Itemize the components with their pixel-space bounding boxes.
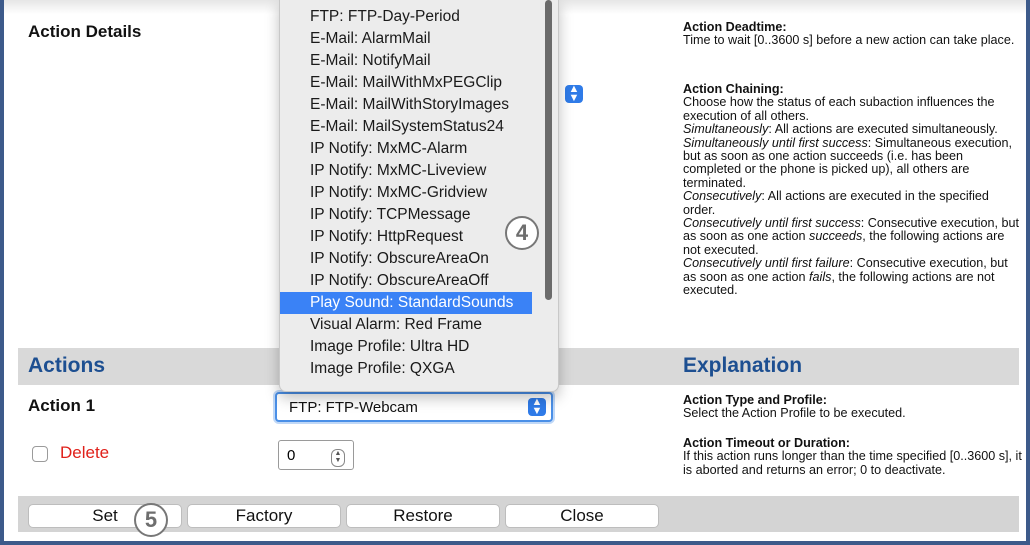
dropdown-option[interactable]: IP Notify: MxMC-Gridview bbox=[280, 182, 532, 204]
dropdown-option[interactable]: IP Notify: ObscureAreaOn bbox=[280, 248, 532, 270]
action-details-select-stepper[interactable]: ▲ ▼ bbox=[565, 84, 583, 104]
dropdown-option[interactable]: Play Sound: StandardSounds bbox=[280, 292, 532, 314]
help-deadtime: Action Deadtime: Time to wait [0..3600 s… bbox=[683, 20, 1015, 48]
dropdown-option[interactable]: IP Notify: MxMC-Liveview bbox=[280, 160, 532, 182]
timeout-input[interactable]: 0 ▲ ▼ bbox=[278, 440, 354, 470]
spin-stepper-icon[interactable]: ▲ ▼ bbox=[331, 449, 345, 467]
dropdown-option[interactable]: E-Mail: MailSystemStatus24 bbox=[280, 116, 532, 138]
dropdown-option[interactable]: Image Profile: Ultra HD bbox=[280, 336, 532, 358]
close-button[interactable]: Close bbox=[505, 504, 659, 528]
dropdown-option[interactable]: IP Notify: MxMC-Alarm bbox=[280, 138, 532, 160]
chevron-updown-icon: ▲ ▼ bbox=[528, 397, 546, 417]
step-5-badge: 5 bbox=[134, 503, 168, 537]
delete-checkbox[interactable] bbox=[32, 446, 48, 462]
dropdown-scrollbar[interactable] bbox=[545, 0, 552, 300]
factory-button[interactable]: Factory bbox=[187, 504, 341, 528]
help-type: Action Type and Profile: Select the Acti… bbox=[683, 393, 906, 421]
help-chaining: Action Chaining: Choose how the status o… bbox=[683, 82, 1019, 298]
step-4-badge: 4 bbox=[505, 216, 539, 250]
dropdown-option[interactable]: E-Mail: MailWithStoryImages bbox=[280, 94, 532, 116]
dropdown-option[interactable]: IP Notify: TCPMessage bbox=[280, 204, 532, 226]
dropdown-option[interactable]: Visual Alarm: Red Frame bbox=[280, 314, 532, 336]
dropdown-option[interactable]: FTP: FTP-Day-Period bbox=[280, 6, 532, 28]
delete-label: Delete bbox=[60, 443, 110, 462]
dialog-frame: Action Details ▲ ▼ Action Deadtime: Time … bbox=[0, 0, 1030, 545]
dropdown-option[interactable]: IP Notify: ObscureAreaOff bbox=[280, 270, 532, 292]
action-profile-select-value: FTP: FTP-Webcam bbox=[289, 399, 418, 416]
help-timeout: Action Timeout or Duration: If this acti… bbox=[683, 437, 1022, 477]
timeout-input-value: 0 bbox=[287, 447, 296, 464]
explanation-section-title: Explanation bbox=[683, 354, 803, 377]
action-1-label: Action 1 bbox=[28, 396, 96, 415]
dropdown-option[interactable]: E-Mail: NotifyMail bbox=[280, 50, 532, 72]
restore-button[interactable]: Restore bbox=[346, 504, 500, 528]
action-profile-select[interactable]: FTP: FTP-Webcam ▲ ▼ bbox=[275, 392, 553, 422]
dropdown-option[interactable]: E-Mail: MailWithMxPEGClip bbox=[280, 72, 532, 94]
dropdown-option[interactable]: Image Profile: QXGA bbox=[280, 358, 532, 380]
action-details-label: Action Details bbox=[28, 22, 142, 41]
actions-section-title: Actions bbox=[28, 354, 106, 377]
dropdown-option[interactable]: E-Mail: AlarmMail bbox=[280, 28, 532, 50]
action-profile-dropdown[interactable]: FTP: FTP-Day-Period E-Mail: AlarmMail E-Ma… bbox=[279, 0, 559, 392]
dropdown-option[interactable]: IP Notify: HttpRequest bbox=[280, 226, 532, 248]
